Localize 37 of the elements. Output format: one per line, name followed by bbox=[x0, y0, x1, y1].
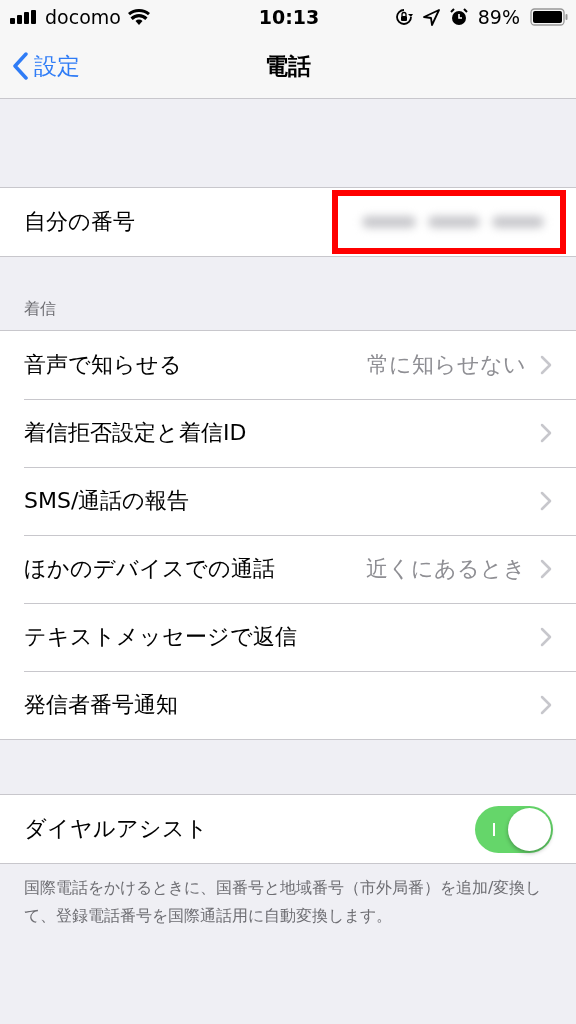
row-label: 発信者番号通知 bbox=[24, 691, 179, 719]
section-header: 着信 bbox=[23, 299, 57, 320]
settings-row[interactable]: 音声で知らせる 常に知らせない bbox=[0, 331, 576, 399]
alarm-clock-icon bbox=[449, 8, 468, 26]
wifi-icon bbox=[127, 9, 150, 25]
row-label: ダイヤルアシスト bbox=[24, 815, 209, 843]
battery-percent: 89% bbox=[477, 6, 520, 28]
rotation-lock-icon bbox=[394, 8, 413, 26]
row-value: 常に知らせない bbox=[367, 351, 526, 379]
chevron-right-icon bbox=[540, 355, 552, 375]
row-label: 着信拒否設定と着信ID bbox=[24, 419, 248, 447]
back-chevron-icon bbox=[12, 52, 28, 80]
carrier-name: docomo bbox=[45, 6, 121, 28]
location-arrow-icon bbox=[422, 8, 440, 26]
settings-row[interactable]: 着信拒否設定と着信ID bbox=[0, 399, 576, 467]
toggle-switch[interactable] bbox=[475, 805, 553, 853]
screen-title: 電話 bbox=[265, 52, 311, 79]
clock-time: 10:13 bbox=[258, 6, 320, 28]
settings-row[interactable]: SMS/通話の報告 bbox=[0, 467, 576, 535]
signal-icon bbox=[10, 10, 38, 24]
settings-row[interactable]: テキストメッセージで返信 bbox=[0, 603, 576, 671]
back-button[interactable]: 設定 bbox=[0, 44, 80, 88]
chevron-right-icon bbox=[540, 695, 552, 715]
settings-row[interactable]: 発信者番号通知 bbox=[0, 671, 576, 739]
row-label: 自分の番号 bbox=[24, 208, 136, 236]
chevron-right-icon bbox=[540, 559, 552, 579]
chevron-right-icon bbox=[540, 423, 552, 443]
chevron-right-icon bbox=[540, 491, 552, 511]
row-label: 音声で知らせる bbox=[24, 351, 183, 379]
footer-note: 国際電話をかけるときに、国番号と地域番号（市外局番）を追加/変換して、登録電話番号を国際通話用に自動変換します。 bbox=[23, 877, 543, 927]
battery-icon bbox=[530, 8, 568, 26]
chevron-right-icon bbox=[540, 627, 552, 647]
row-label: ほかのデバイスでの通話 bbox=[24, 555, 276, 583]
row-value: 近くにあるとき bbox=[366, 555, 526, 583]
settings-row[interactable]: ほかのデバイスでの通話 近くにあるとき bbox=[0, 535, 576, 603]
row-label: SMS/通話の報告 bbox=[24, 487, 191, 515]
row-label: テキストメッセージで返信 bbox=[24, 623, 298, 651]
